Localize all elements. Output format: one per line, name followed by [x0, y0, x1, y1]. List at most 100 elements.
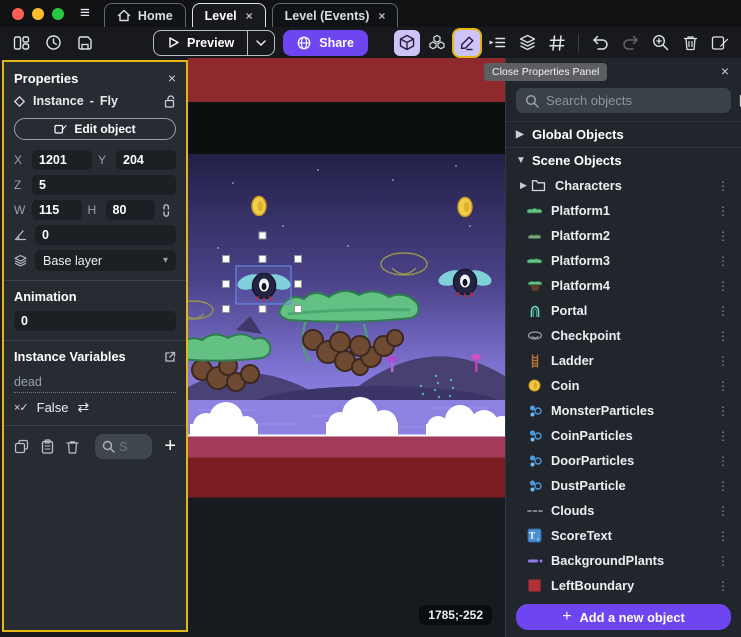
- x-field[interactable]: [32, 150, 92, 170]
- object-row-platform4[interactable]: Platform4 ⋮: [506, 273, 741, 298]
- object-row-coinparticles[interactable]: CoinParticles ⋮: [506, 423, 741, 448]
- variable-name[interactable]: dead: [14, 371, 176, 393]
- history-icon[interactable]: [40, 30, 66, 56]
- object-row-platform3[interactable]: Platform3 ⋮: [506, 248, 741, 273]
- tab-level-events-close-icon[interactable]: ×: [378, 9, 385, 23]
- object-row-scoretext[interactable]: Tx ScoreText ⋮: [506, 523, 741, 548]
- copy-variable-icon[interactable]: [14, 439, 29, 454]
- open-external-icon[interactable]: [164, 351, 176, 363]
- lock-ratio-icon[interactable]: [161, 203, 176, 218]
- maximize-window-button[interactable]: [52, 8, 64, 20]
- tab-level[interactable]: Level ×: [192, 3, 266, 27]
- row-menu-icon[interactable]: ⋮: [717, 579, 729, 593]
- row-menu-icon[interactable]: ⋮: [717, 204, 729, 218]
- z-field[interactable]: [32, 175, 176, 195]
- object-row-leftboundary[interactable]: LeftBoundary ⋮: [506, 573, 741, 598]
- object-row-clouds[interactable]: Clouds ⋮: [506, 498, 741, 523]
- animation-section-title: Animation: [14, 289, 77, 304]
- object-row-coin[interactable]: Coin ⋮: [506, 373, 741, 398]
- variables-search[interactable]: [95, 434, 152, 459]
- object-row-checkpoint[interactable]: Checkpoint ⋮: [506, 323, 741, 348]
- variable-value[interactable]: False: [37, 400, 69, 415]
- row-menu-icon[interactable]: ⋮: [717, 554, 729, 568]
- row-menu-icon[interactable]: ⋮: [717, 304, 729, 318]
- grid-icon[interactable]: [544, 30, 570, 56]
- animation-field[interactable]: [14, 311, 176, 331]
- object-row-portal[interactable]: Portal ⋮: [506, 298, 741, 323]
- row-menu-icon[interactable]: ⋮: [717, 354, 729, 368]
- fly-sprite-selected[interactable]: [235, 266, 292, 304]
- delete-icon[interactable]: [677, 30, 703, 56]
- tab-home-label: Home: [138, 9, 173, 23]
- tab-level-close-icon[interactable]: ×: [246, 9, 253, 23]
- boundary-icon: [526, 577, 543, 594]
- object-row-backgroundplants[interactable]: BackgroundPlants ⋮: [506, 548, 741, 573]
- row-menu-icon[interactable]: ⋮: [717, 329, 729, 343]
- row-menu-icon[interactable]: ⋮: [717, 429, 729, 443]
- object-row-doorparticles[interactable]: DoorParticles ⋮: [506, 448, 741, 473]
- layer-select[interactable]: Base layer ▾: [35, 250, 176, 271]
- row-menu-icon[interactable]: ⋮: [717, 379, 729, 393]
- objects-search[interactable]: [516, 88, 731, 113]
- main-menu-icon[interactable]: ≡: [74, 3, 104, 27]
- object-row-platform2[interactable]: Platform2 ⋮: [506, 223, 741, 248]
- preview-options-dropdown[interactable]: [247, 31, 274, 55]
- global-objects-group[interactable]: ▶ Global Objects: [506, 121, 741, 147]
- row-menu-icon[interactable]: ⋮: [717, 279, 729, 293]
- close-window-button[interactable]: [12, 8, 24, 20]
- height-field[interactable]: [106, 200, 156, 220]
- window-controls[interactable]: [0, 8, 74, 27]
- minimize-window-button[interactable]: [32, 8, 44, 20]
- row-menu-icon[interactable]: ⋮: [717, 254, 729, 268]
- paste-variable-icon[interactable]: [41, 439, 54, 454]
- angle-field[interactable]: [35, 225, 176, 245]
- object-row-ladder[interactable]: Ladder ⋮: [506, 348, 741, 373]
- panels-layout-icon[interactable]: [8, 30, 34, 56]
- row-menu-icon[interactable]: ⋮: [717, 404, 729, 418]
- zoom-icon[interactable]: [647, 30, 673, 56]
- objects-search-input[interactable]: [546, 93, 722, 108]
- properties-close-icon[interactable]: ×: [168, 70, 176, 86]
- add-variable-icon[interactable]: +: [164, 435, 176, 458]
- object-row-platform1[interactable]: Platform1 ⋮: [506, 198, 741, 223]
- row-menu-icon[interactable]: ⋮: [717, 479, 729, 493]
- tab-home[interactable]: Home: [104, 3, 186, 27]
- row-menu-icon[interactable]: ⋮: [717, 179, 729, 193]
- coin-sprite[interactable]: [458, 198, 472, 217]
- objects-panel-close-icon[interactable]: ×: [721, 63, 729, 79]
- object-groups-icon[interactable]: [424, 30, 450, 56]
- tab-level-label: Level: [205, 9, 237, 23]
- share-button[interactable]: Share: [283, 30, 368, 56]
- edit-object-button[interactable]: Edit object: [14, 118, 176, 140]
- save-icon[interactable]: [72, 30, 98, 56]
- coin-sprite[interactable]: [252, 197, 266, 216]
- add-new-object-button[interactable]: + Add a new object: [516, 604, 731, 630]
- unlock-icon[interactable]: [164, 95, 176, 108]
- object-row-monsterparticles[interactable]: MonsterParticles ⋮: [506, 398, 741, 423]
- redo-icon[interactable]: [617, 30, 643, 56]
- properties-panel-icon[interactable]: [454, 30, 480, 56]
- delete-variable-icon[interactable]: [66, 440, 79, 454]
- row-menu-icon[interactable]: ⋮: [717, 504, 729, 518]
- variables-search-input[interactable]: [119, 439, 143, 454]
- y-field[interactable]: [116, 150, 176, 170]
- instances-list-icon[interactable]: [484, 30, 510, 56]
- layer-select-value: Base layer: [43, 254, 102, 268]
- row-menu-icon[interactable]: ⋮: [717, 529, 729, 543]
- row-menu-icon[interactable]: ⋮: [717, 229, 729, 243]
- width-field[interactable]: [32, 200, 82, 220]
- y-field-label: Y: [98, 153, 110, 167]
- object-row-dustparticle[interactable]: DustParticle ⋮: [506, 473, 741, 498]
- row-menu-icon[interactable]: ⋮: [717, 454, 729, 468]
- toggle-boolean-icon[interactable]: ⇄: [77, 399, 89, 416]
- object-row-characters[interactable]: ▶ Characters ⋮: [506, 173, 741, 198]
- layers-panel-icon[interactable]: [514, 30, 540, 56]
- tab-level-events[interactable]: Level (Events) ×: [272, 3, 399, 27]
- preview-button[interactable]: Preview: [153, 30, 275, 56]
- undo-icon[interactable]: [587, 30, 613, 56]
- scene-canvas[interactable]: 1785;-252: [188, 58, 505, 637]
- edit-events-icon[interactable]: [707, 30, 733, 56]
- instance-variables-title: Instance Variables: [14, 349, 126, 364]
- toggle-3d-view-icon[interactable]: [394, 30, 420, 56]
- scene-objects-group[interactable]: ▼ Scene Objects: [506, 147, 741, 173]
